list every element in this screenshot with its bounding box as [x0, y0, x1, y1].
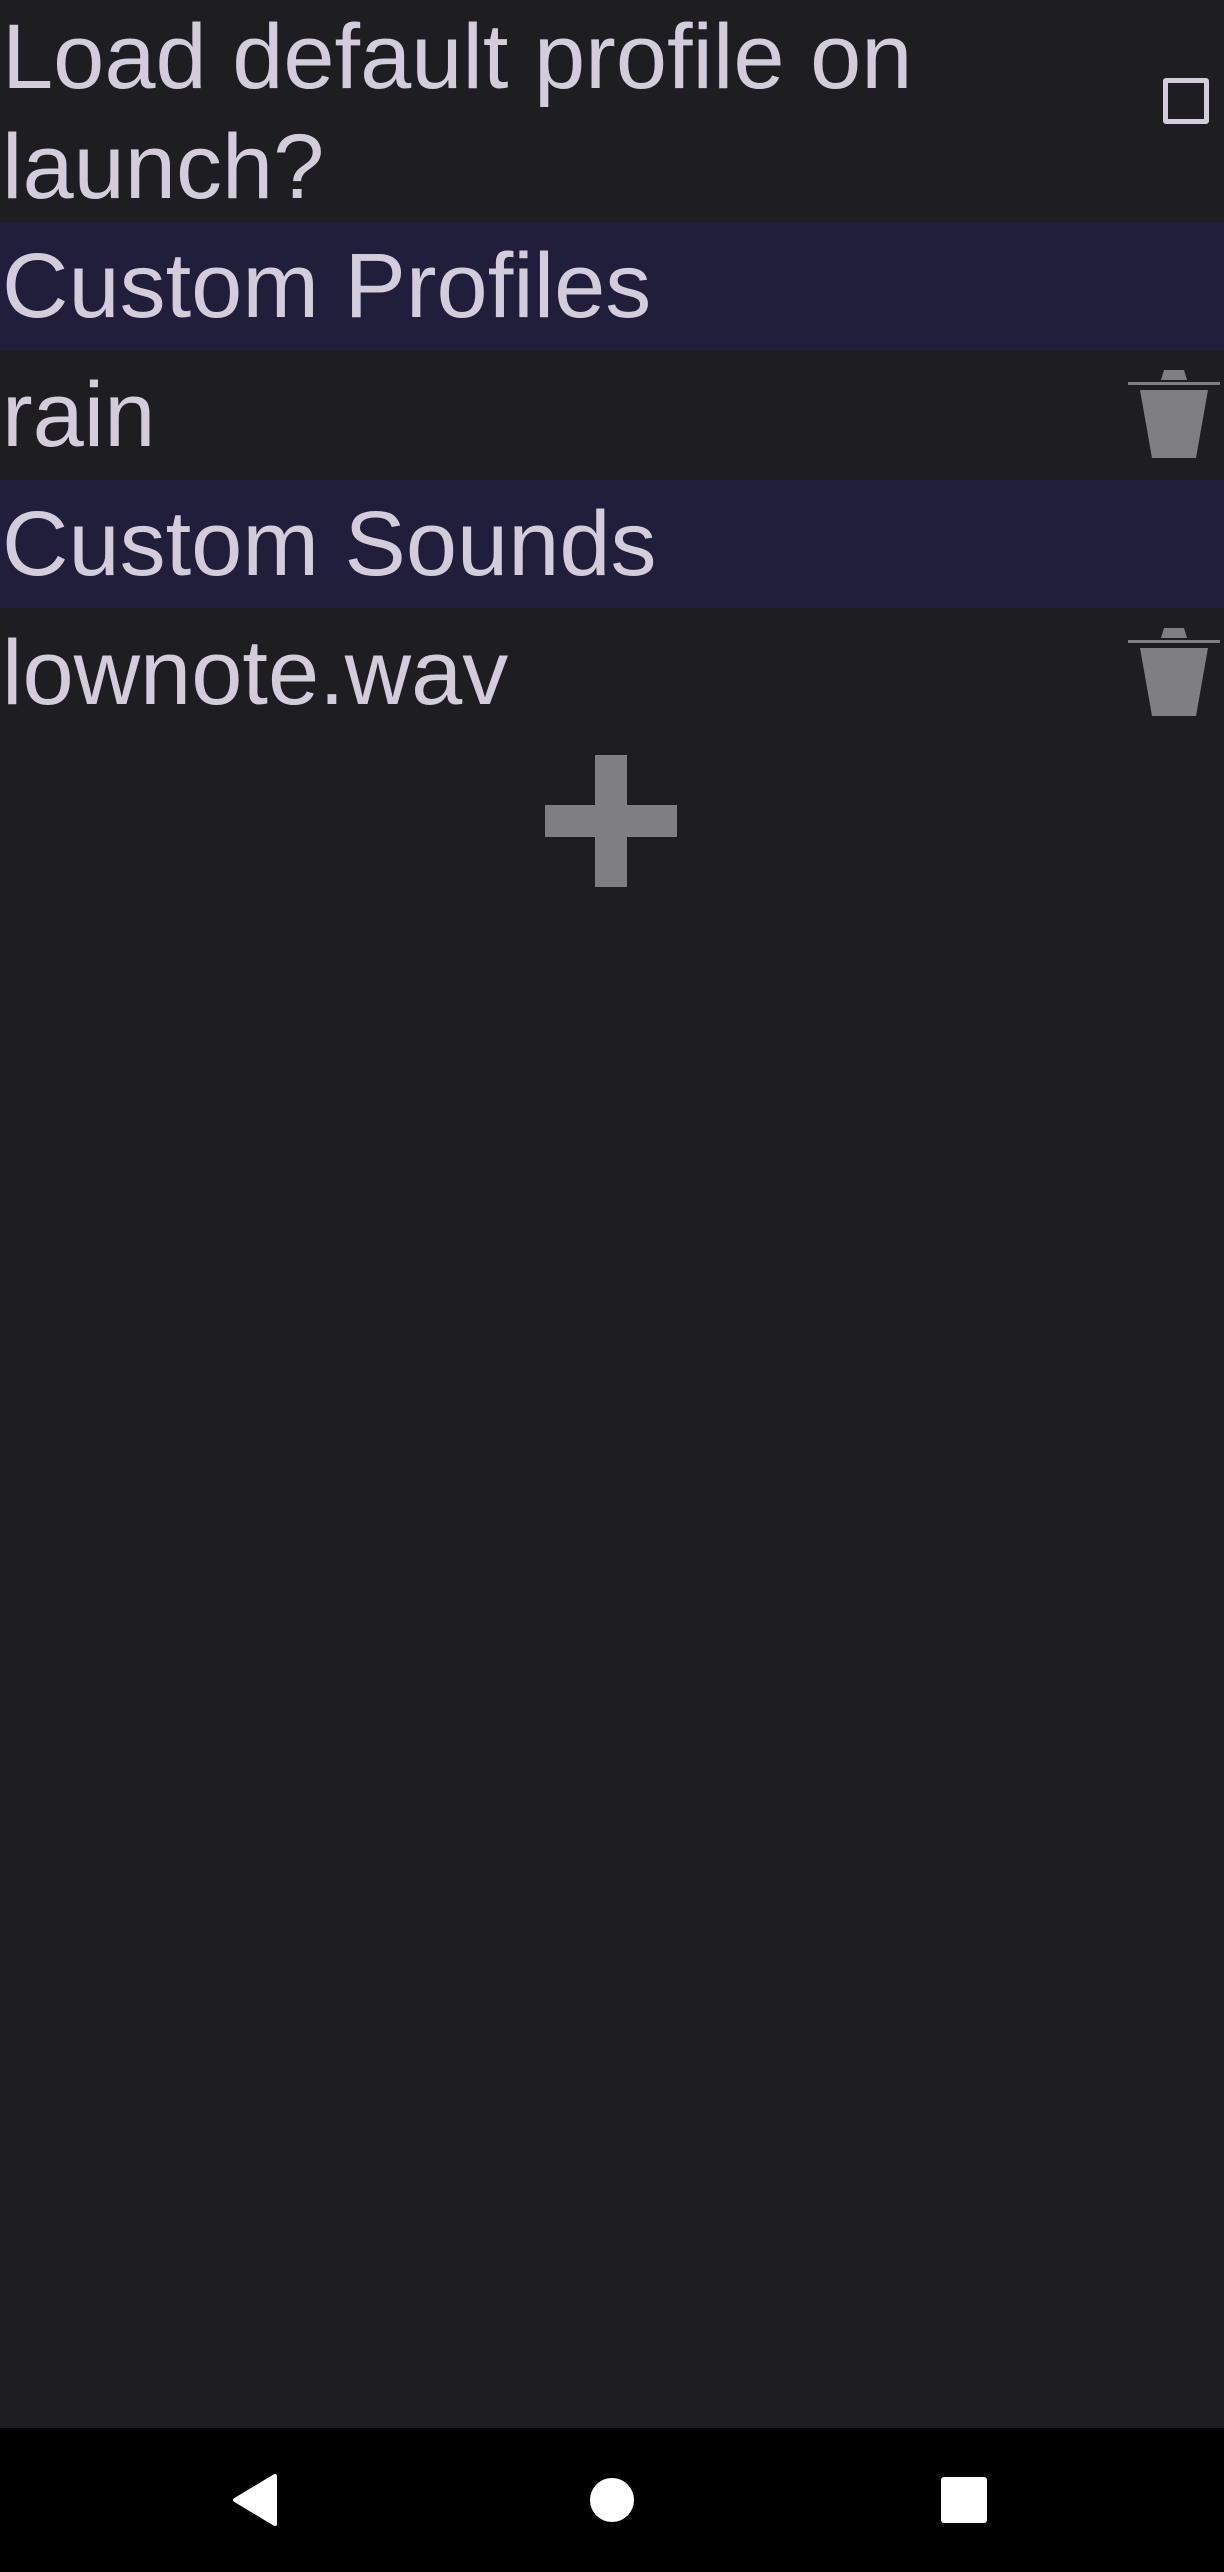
load-default-label: Load default profile on launch? [2, 6, 913, 218]
back-triangle-icon [233, 2474, 277, 2526]
profile-list-item[interactable]: rain [0, 350, 1224, 480]
nav-back-button[interactable] [215, 2458, 299, 2542]
home-circle-icon [590, 2478, 634, 2522]
custom-profiles-title: Custom Profiles [2, 235, 652, 337]
trash-icon [1128, 628, 1220, 716]
sound-name: lownote.wav [2, 622, 509, 724]
nav-recents-button[interactable] [922, 2458, 1006, 2542]
delete-sound-button[interactable] [1128, 628, 1220, 718]
load-default-setting-row[interactable]: Load default profile on launch? [0, 0, 1224, 222]
nav-home-button[interactable] [570, 2458, 654, 2542]
custom-sounds-title: Custom Sounds [2, 493, 657, 595]
profile-name: rain [2, 364, 156, 466]
custom-sounds-header: Custom Sounds [0, 480, 1224, 608]
system-nav-bar [0, 2428, 1224, 2572]
add-sound-button[interactable] [545, 755, 677, 887]
recents-square-icon [941, 2477, 987, 2523]
delete-profile-button[interactable] [1128, 370, 1220, 460]
load-default-checkbox[interactable] [1163, 78, 1209, 124]
sound-list-item[interactable]: lownote.wav [0, 608, 1224, 738]
plus-icon [545, 755, 677, 887]
trash-icon [1128, 370, 1220, 458]
custom-profiles-header: Custom Profiles [0, 222, 1224, 350]
settings-screen: Load default profile on launch? Custom P… [0, 0, 1224, 2572]
